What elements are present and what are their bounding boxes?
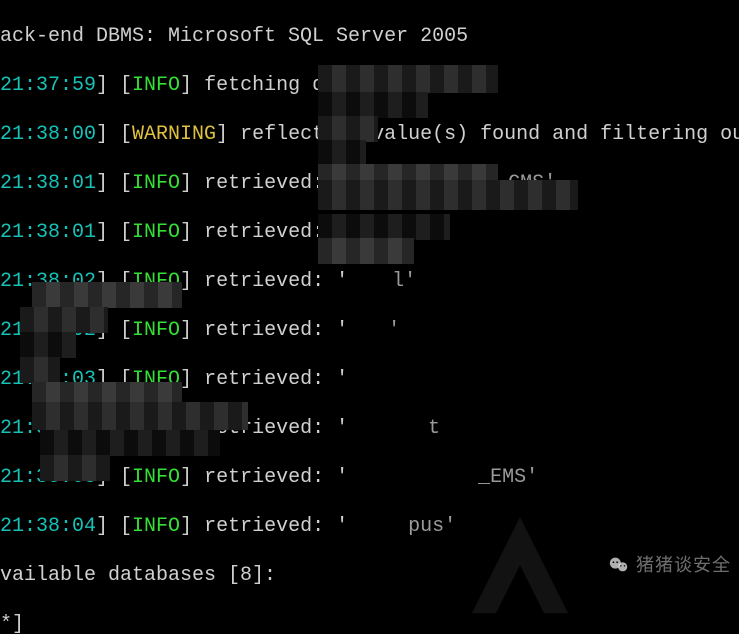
log-level-warning: WARNING bbox=[132, 123, 216, 146]
log-msg: retrieved: ' bbox=[204, 515, 348, 538]
wechat-icon bbox=[608, 554, 630, 576]
redacted-tail: l' bbox=[392, 270, 416, 293]
redacted-tail: ' bbox=[388, 319, 400, 342]
available-db-header: vailable databases [8]: bbox=[0, 564, 276, 587]
redaction-block bbox=[32, 282, 182, 308]
redaction-block bbox=[318, 238, 414, 264]
timestamp: 21:38:04 bbox=[0, 515, 96, 538]
log-msg: retrieved: ' bbox=[204, 466, 348, 489]
watermark: 猪猪谈安全 bbox=[608, 553, 731, 578]
redaction-block bbox=[318, 65, 498, 93]
redaction-block bbox=[318, 180, 578, 210]
redaction-block bbox=[318, 140, 366, 166]
dbms-line: ack-end DBMS: Microsoft SQL Server 2005 bbox=[0, 25, 468, 48]
redaction-block bbox=[40, 430, 220, 456]
db-item: *] bbox=[0, 613, 36, 634]
redaction-block bbox=[20, 332, 76, 358]
log-level-info: INFO bbox=[132, 466, 180, 489]
timestamp: 21:38:00 bbox=[0, 123, 96, 146]
log-msg: reflective value(s) found and filtering … bbox=[240, 123, 739, 146]
redaction-block bbox=[318, 92, 428, 118]
redacted-tail: _EMS' bbox=[478, 466, 538, 489]
timestamp: 21:38:01 bbox=[0, 172, 96, 195]
redaction-block bbox=[20, 357, 60, 383]
redaction-block bbox=[32, 402, 248, 430]
redacted-tail: t bbox=[428, 417, 440, 440]
log-level-info: INFO bbox=[132, 172, 180, 195]
log-level-info: INFO bbox=[132, 74, 180, 97]
redacted-tail: pus' bbox=[408, 515, 456, 538]
watermark-text: 猪猪谈安全 bbox=[636, 553, 731, 578]
timestamp: 21:38:01 bbox=[0, 221, 96, 244]
log-msg: retrieved: ' bbox=[204, 319, 348, 342]
ghost-logo bbox=[460, 505, 580, 595]
redaction-block bbox=[40, 455, 110, 481]
redaction-block bbox=[318, 214, 450, 240]
log-msg: retrieved: ' bbox=[204, 270, 348, 293]
timestamp: 21:37:59 bbox=[0, 74, 96, 97]
redaction-block bbox=[318, 116, 378, 142]
log-level-info: INFO bbox=[132, 319, 180, 342]
log-level-info: INFO bbox=[132, 221, 180, 244]
log-msg: retrieved: ' bbox=[204, 368, 348, 391]
log-level-info: INFO bbox=[132, 515, 180, 538]
redaction-block bbox=[20, 307, 108, 333]
